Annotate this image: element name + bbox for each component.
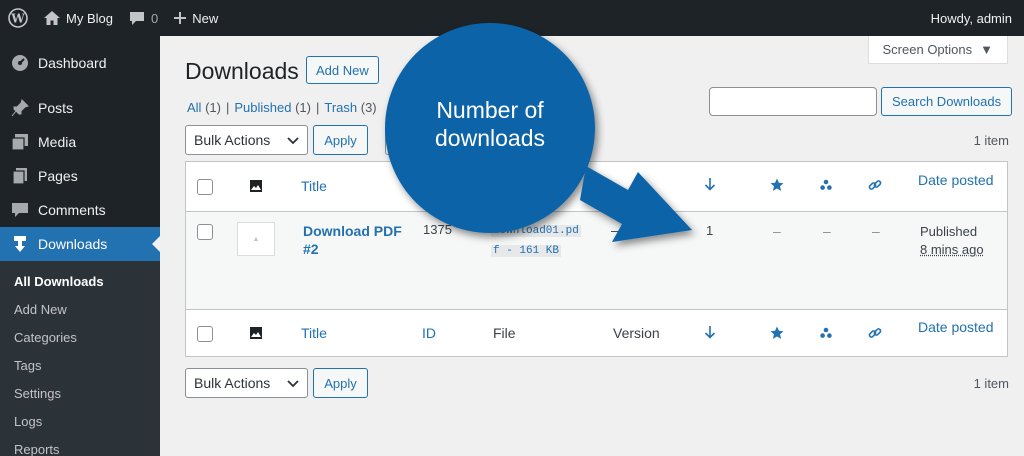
download-ago: 8 mins ago [920,241,984,259]
apply-button-bottom[interactable]: Apply [313,368,368,398]
download-status: Published [920,223,984,241]
home-icon [44,11,60,25]
howdy-text: Howdy, admin [931,11,1012,26]
download-thumbnail: ▲ [237,222,275,256]
footer-featured-star-icon[interactable] [770,326,784,340]
footer-column-date-posted[interactable]: Date posted [918,319,994,335]
submenu-logs[interactable]: Logs [0,407,160,435]
site-name-link[interactable]: My Blog [36,0,121,36]
filter-trash-link[interactable]: Trash [324,100,357,115]
footer-link-icon[interactable] [868,326,882,340]
submenu-settings[interactable]: Settings [0,379,160,407]
thumbnail-column-icon [249,326,263,340]
footer-column-file: File [493,325,516,341]
download-date: Published 8 mins ago [920,223,984,259]
download-icon [10,234,30,254]
download-members-only: – [823,223,831,239]
download-title-link[interactable]: Download PDF #2 [303,222,402,258]
bulk-actions-select-top[interactable]: Bulk Actions [185,125,308,155]
comment-icon [129,11,145,26]
submenu-categories[interactable]: Categories [0,323,160,351]
sidebar-item-posts[interactable]: Posts [0,91,160,125]
thumbnail-column-icon [249,179,263,193]
pin-icon [10,98,30,118]
my-account-link[interactable]: Howdy, admin [923,0,1024,36]
submenu-all-downloads[interactable]: All Downloads [0,267,160,295]
table-row: ▲ Download PDF #2 1375 download01.pd f -… [186,212,1007,310]
admin-bar: W My Blog 0 New Howdy, admin [0,0,1024,36]
plus-icon [174,12,186,24]
table-footer-row: Title ID File Version Date posted [186,310,1007,357]
page-title: Downloads [185,58,299,85]
search-downloads-button[interactable]: Search Downloads [881,87,1012,116]
footer-column-version: Version [613,325,660,341]
row-checkbox[interactable] [197,224,213,240]
downloads-table: Title Date posted ▲ Download PDF #2 1375… [185,161,1008,357]
items-count-bottom: 1 item [974,376,1009,391]
main-content: Screen Options ▼ Downloads Add New All (… [160,36,1024,456]
downloads-submenu: All Downloads Add New Categories Tags Se… [0,261,160,456]
status-filter-links: All (1) | Published (1) | Trash (3) [187,100,377,115]
footer-column-id[interactable]: ID [422,325,436,341]
sidebar-item-comments[interactable]: Comments [0,193,160,227]
comments-count: 0 [151,11,158,26]
comment-icon [10,200,30,220]
download-count: 1 [706,223,713,238]
items-count-top: 1 item [974,133,1009,148]
table-header-row: Title Date posted [186,162,1007,212]
add-new-button[interactable]: Add New [306,56,379,84]
download-version: – [611,222,619,238]
new-label: New [192,11,218,26]
bulk-actions-select-bottom[interactable]: Bulk Actions [185,368,308,398]
submenu-reports[interactable]: Reports [0,435,160,456]
submenu-add-new[interactable]: Add New [0,295,160,323]
annotation-text: Number of downloads [400,96,580,152]
download-id: 1375 [423,222,452,237]
admin-sidebar: Dashboard Posts Media Pages Comments Dow… [0,36,160,456]
svg-text:W: W [10,12,25,26]
sidebar-item-downloads[interactable]: Downloads [0,227,160,261]
media-icon [10,132,30,152]
sidebar-item-pages[interactable]: Pages [0,159,160,193]
download-featured: – [773,223,781,239]
select-all-checkbox[interactable] [197,179,213,195]
apply-button-top[interactable]: Apply [313,125,368,155]
column-featured-star-icon[interactable] [770,178,784,192]
chevron-down-icon [287,132,299,148]
submenu-tags[interactable]: Tags [0,351,160,379]
dashboard-icon [10,53,30,73]
filter-published-link[interactable]: Published [234,100,291,115]
sidebar-item-media[interactable]: Media [0,125,160,159]
download-file: download01.pd f - 161 KB [491,221,581,261]
download-redirect: – [872,223,880,239]
footer-downloads-arrow-icon[interactable] [704,325,716,339]
pages-icon [10,166,30,186]
site-name: My Blog [66,11,113,26]
chevron-down-icon [287,375,299,391]
column-downloads-arrow-icon[interactable] [704,177,716,191]
comments-link[interactable]: 0 [121,0,166,36]
column-link-icon[interactable] [868,178,882,192]
search-input[interactable] [709,87,877,116]
new-content-link[interactable]: New [166,0,226,36]
caret-down-icon: ▼ [980,42,993,57]
column-title[interactable]: Title [301,178,327,194]
column-date-posted[interactable]: Date posted [918,172,994,188]
wordpress-logo-icon[interactable]: W [0,0,36,36]
screen-options-button[interactable]: Screen Options ▼ [868,36,1008,64]
footer-members-icon[interactable] [820,327,832,339]
filter-all-link[interactable]: All [187,100,201,115]
select-all-checkbox-footer[interactable] [197,326,213,342]
footer-column-title[interactable]: Title [301,325,327,341]
column-members-icon[interactable] [820,179,832,191]
sidebar-item-dashboard[interactable]: Dashboard [0,46,160,80]
